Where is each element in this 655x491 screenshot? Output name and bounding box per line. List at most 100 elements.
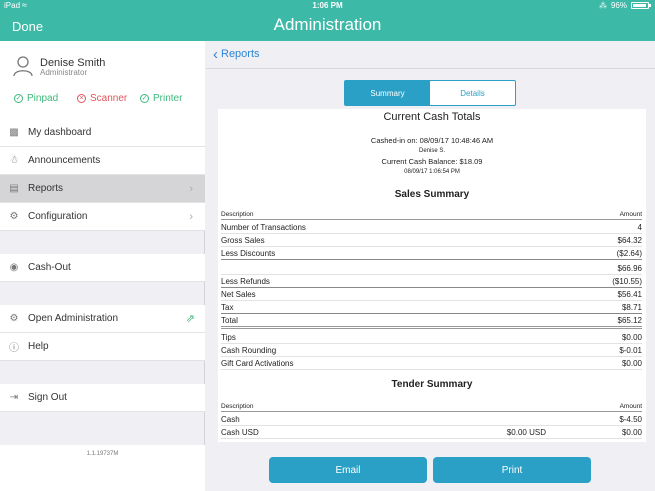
- pinpad-label: Pinpad: [27, 93, 59, 104]
- sidebar-item-sign-out[interactable]: ⇥ Sign Out: [0, 384, 205, 412]
- table-row: Gross Sales $64.32: [221, 234, 642, 247]
- sidebar-item-label: Sign Out: [28, 392, 67, 403]
- chevron-right-icon: ›: [189, 210, 193, 223]
- row-label: Cash Rounding: [221, 346, 277, 355]
- sidebar-item-cash-out[interactable]: ◉ Cash-Out: [0, 254, 205, 282]
- row-label: Total: [221, 316, 238, 325]
- cashier-name: Denise S.: [418, 148, 445, 154]
- row-value: $0.00: [621, 428, 642, 437]
- row-currency: $0.00 USD: [506, 428, 546, 437]
- printed-time: 08/09/17 1:06:54 PM: [404, 169, 460, 175]
- sales-table-header: Description Amount: [221, 207, 642, 220]
- row-value: $0.00: [621, 333, 642, 342]
- tab-details[interactable]: Details: [430, 81, 515, 105]
- cash-balance: Current Cash Balance: $18.09: [381, 157, 483, 166]
- battery-percent: 96%: [610, 1, 627, 10]
- page-title: Administration: [273, 15, 382, 34]
- pinpad-status[interactable]: ✓ Pinpad: [14, 93, 58, 104]
- row-value: $-0.01: [619, 346, 642, 355]
- user-avatar-icon: [13, 56, 33, 77]
- laptop-icon: ▩: [9, 127, 19, 138]
- row-label: Tax: [221, 303, 234, 312]
- row-label: Tips: [221, 333, 236, 342]
- report-title: Current Cash Totals: [383, 111, 481, 123]
- sidebar-item-label: Announcements: [28, 155, 101, 166]
- check-icon: ✓: [14, 94, 23, 103]
- table-row: Less Refunds ($10.55): [221, 275, 642, 288]
- sidebar-item-help[interactable]: ⓘ Help: [0, 333, 205, 361]
- sidebar-item-label: Cash-Out: [28, 262, 71, 273]
- report-tabs: Summary Details: [344, 80, 516, 106]
- printer-label: Printer: [153, 93, 183, 104]
- top-bar: iPad ≈ 1:06 PM ⁂ 96% Done Administration: [0, 0, 655, 41]
- printer-status[interactable]: ✓ Printer: [140, 93, 182, 104]
- column-description: Description: [221, 211, 254, 218]
- cashed-in-time: Cashed-in on: 08/09/17 10:48:46 AM: [370, 136, 494, 145]
- sidebar-item-announcements[interactable]: ☃ Announcements: [0, 147, 205, 175]
- chevron-right-icon: ›: [189, 182, 193, 195]
- column-description: Description: [221, 403, 254, 410]
- sidebar-item-reports[interactable]: ▤ Reports ›: [0, 175, 205, 203]
- table-row: Cash $-4.50: [221, 413, 642, 426]
- error-icon: ×: [77, 94, 86, 103]
- piggy-bank-icon: ◉: [9, 262, 19, 273]
- battery-fill: [633, 4, 647, 7]
- row-value: ($10.55): [612, 277, 642, 286]
- row-label: Less Discounts: [221, 249, 276, 258]
- row-value: $65.12: [617, 316, 642, 325]
- row-value: $8.71: [621, 303, 642, 312]
- nav-bar: ‹ Reports: [206, 41, 655, 69]
- sidebar-item-dashboard[interactable]: ▩ My dashboard: [0, 119, 205, 147]
- sidebar-item-label: My dashboard: [28, 127, 92, 138]
- row-label: Gross Sales: [221, 236, 265, 245]
- table-row: Gift Card Activations $0.00: [221, 357, 642, 370]
- table-row: Number of Transactions 4: [221, 221, 642, 234]
- sidebar-item-label: Help: [28, 341, 49, 352]
- row-value: $-4.50: [619, 415, 642, 424]
- gears-icon: ⚙: [9, 211, 19, 222]
- back-button[interactable]: ‹ Reports: [213, 45, 260, 63]
- help-icon: ⓘ: [9, 343, 19, 354]
- sales-summary-title: Sales Summary: [394, 189, 470, 200]
- table-row: $66.96: [221, 260, 642, 275]
- row-value: ($2.64): [616, 249, 642, 258]
- row-label: Cash USD: [221, 428, 259, 437]
- status-bar: iPad ≈ 1:06 PM ⁂ 96%: [0, 0, 655, 12]
- back-label: Reports: [221, 48, 260, 60]
- chevron-left-icon: ‹: [213, 45, 218, 63]
- table-row: Cash Rounding $-0.01: [221, 344, 642, 357]
- email-button[interactable]: Email: [269, 457, 427, 483]
- row-label: Net Sales: [221, 290, 256, 299]
- row-label: Number of Transactions: [221, 223, 306, 232]
- sidebar-item-open-administration[interactable]: ⚙ Open Administration ⇗: [0, 305, 205, 333]
- gears-icon: ⚙: [9, 313, 19, 324]
- row-value: $66.96: [617, 264, 642, 273]
- main-panel: ‹ Reports Summary Details Current Cash T…: [206, 41, 655, 491]
- row-label: Gift Card Activations: [221, 359, 294, 368]
- sidebar-item-configuration[interactable]: ⚙ Configuration ›: [0, 203, 205, 231]
- table-row: Tips $0.00: [221, 331, 642, 344]
- scanner-label: Scanner: [90, 93, 128, 104]
- tender-summary-title: Tender Summary: [391, 379, 473, 390]
- sidebar-item-label: Reports: [28, 183, 64, 194]
- external-link-icon: ⇗: [185, 313, 195, 325]
- row-label: Cash: [221, 415, 240, 424]
- table-row: Tax $8.71: [221, 301, 642, 314]
- column-amount: Amount: [619, 403, 642, 410]
- row-label: Less Refunds: [221, 277, 270, 286]
- row-value: 4: [637, 223, 642, 232]
- row-value: $56.41: [617, 290, 642, 299]
- row-value: $64.32: [617, 236, 642, 245]
- sidebar-item-label: Open Administration: [28, 313, 119, 324]
- row-value: $0.00: [621, 359, 642, 368]
- table-row: Cash USD $0.00 USD $0.00: [221, 426, 642, 439]
- column-amount: Amount: [619, 211, 642, 218]
- scanner-status[interactable]: × Scanner: [77, 93, 127, 104]
- document-icon: ▤: [9, 183, 19, 194]
- megaphone-icon: ☃: [9, 155, 19, 166]
- tab-summary[interactable]: Summary: [345, 81, 430, 105]
- print-button[interactable]: Print: [433, 457, 591, 483]
- bluetooth-icon: ⁂: [598, 1, 607, 10]
- sign-out-icon: ⇥: [9, 392, 19, 403]
- user-role: Administrator: [40, 68, 88, 77]
